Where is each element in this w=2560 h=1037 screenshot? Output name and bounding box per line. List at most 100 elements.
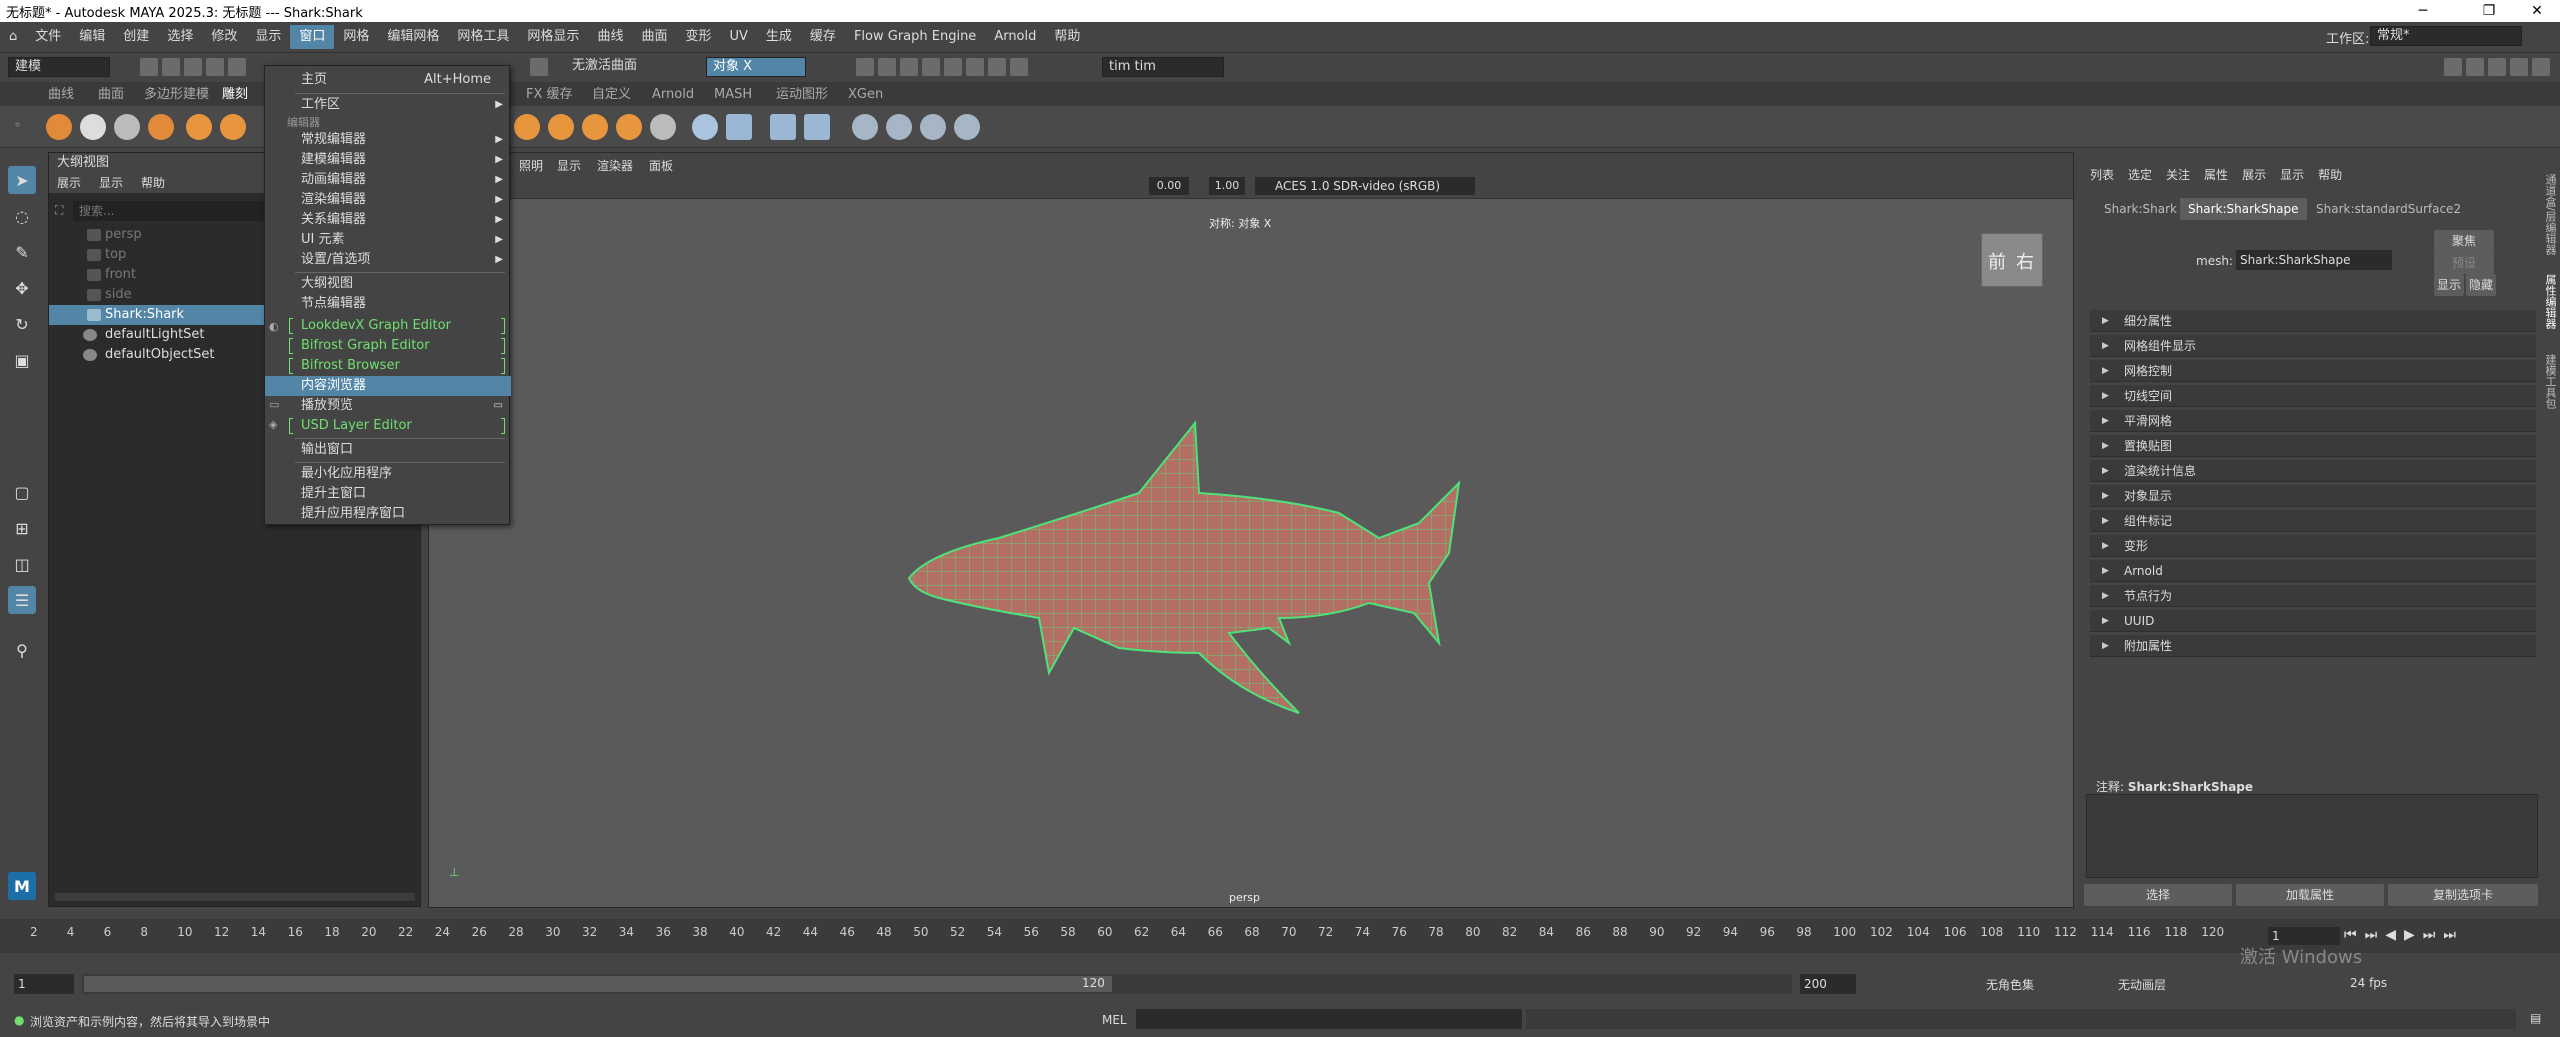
mesh-name-field[interactable]: Shark:SharkShape xyxy=(2236,250,2392,270)
shelf-tab-custom[interactable]: 自定义 xyxy=(592,86,631,104)
menu-edit[interactable]: 编辑 xyxy=(70,25,114,49)
side-tab-attribute-editor[interactable]: 属性编辑器 xyxy=(2542,274,2558,329)
wax-tool-icon[interactable] xyxy=(650,114,676,140)
section-mesh-controls[interactable]: 网格控制 xyxy=(2090,360,2536,382)
menu-mesh-display[interactable]: 网格显示 xyxy=(518,25,588,49)
section-node-behavior[interactable]: 节点行为 xyxy=(2090,585,2536,607)
erase-tool-icon[interactable] xyxy=(954,114,980,140)
wm-output-window[interactable]: 输出窗口 xyxy=(265,440,511,460)
menu-select[interactable]: 选择 xyxy=(158,25,202,49)
pinch-tool-icon[interactable] xyxy=(186,114,212,140)
undo-icon[interactable] xyxy=(206,58,224,76)
gamma-field[interactable]: 1.00 xyxy=(1209,177,1245,195)
search-icon[interactable]: ⚲ xyxy=(8,636,36,664)
wm-home[interactable]: 主页 Alt+Home xyxy=(265,70,511,90)
single-pane-icon[interactable]: ▢ xyxy=(8,478,36,506)
render-icon[interactable] xyxy=(856,58,874,76)
option-box-icon[interactable]: ▭ xyxy=(494,396,503,416)
attr-tab-shape[interactable]: Shark:SharkShape xyxy=(2180,198,2307,220)
foamy-tool-icon[interactable] xyxy=(514,114,540,140)
color-transform-dropdown[interactable]: ACES 1.0 SDR-video (sRGB) xyxy=(1255,177,1475,195)
start-frame-field[interactable]: 1 xyxy=(14,974,74,994)
section-object-display[interactable]: 对象显示 xyxy=(2090,485,2536,507)
outliner-menu-show[interactable]: 展示 xyxy=(57,173,81,193)
lasso-icon[interactable] xyxy=(530,58,548,76)
wm-playblast[interactable]: 播放预览 ▭ xyxy=(265,396,511,416)
workspace-dropdown[interactable]: 常规* xyxy=(2370,26,2522,46)
wm-settings[interactable]: 设置/首选项 ▶ xyxy=(265,250,511,270)
shelf-tab-arnold[interactable]: Arnold xyxy=(652,86,694,104)
menu-surfaces[interactable]: 曲面 xyxy=(632,25,676,49)
scale-tool-icon[interactable]: ▣ xyxy=(8,346,36,374)
menu-set-dropdown[interactable]: 建模 xyxy=(8,57,110,77)
grab-tool-icon[interactable] xyxy=(148,114,174,140)
live-surface-field[interactable]: 无激活曲面 xyxy=(566,57,672,77)
section-extra-attributes[interactable]: 附加属性 xyxy=(2090,635,2536,657)
shelf-tab-surfaces[interactable]: 曲面 xyxy=(98,86,124,104)
wm-raise-app-windows[interactable]: 提升应用程序窗口 xyxy=(265,504,511,524)
attr-menu-selected[interactable]: 选定 xyxy=(2128,166,2152,183)
section-deform[interactable]: 变形 xyxy=(2090,535,2536,557)
shelf-tab-xgen[interactable]: XGen xyxy=(848,86,883,104)
four-pane-icon[interactable]: ⊞ xyxy=(8,514,36,542)
end-frame-field[interactable]: 200 xyxy=(1800,974,1856,994)
mel-label[interactable]: MEL xyxy=(1102,1013,1127,1027)
menu-windows[interactable]: 窗口 xyxy=(290,25,335,49)
smooth-tool-icon[interactable] xyxy=(80,114,106,140)
outliner-menu-display[interactable]: 显示 xyxy=(99,173,123,193)
time-slider[interactable]: 2 4 6 8 10 12 14 16 18 20 22 24 26 28 30 32 34 36 38 40 42 44… xyxy=(0,919,2560,968)
lasso-tool-icon[interactable]: ◌ xyxy=(8,202,36,230)
render-settings-icon[interactable] xyxy=(922,58,940,76)
playback-controls[interactable]: ⏮⏭◀▶⏭⏭ xyxy=(2344,927,2464,943)
menu-file[interactable]: 文件 xyxy=(26,25,70,49)
wm-ui-elements[interactable]: UI 元素 ▶ xyxy=(265,230,511,250)
wm-rendering-editors[interactable]: 渲染编辑器 ▶ xyxy=(265,190,511,210)
attr-tab-material[interactable]: Shark:standardSurface2 xyxy=(2308,198,2469,220)
blend-shape-icon[interactable] xyxy=(804,114,830,140)
menu-mesh[interactable]: 网格 xyxy=(334,25,378,49)
symmetry-dropdown[interactable]: 对象 X xyxy=(706,57,806,77)
tool-settings-icon[interactable] xyxy=(2510,58,2528,76)
attr-menu-display[interactable]: 显示 xyxy=(2280,166,2304,183)
pause-icon[interactable] xyxy=(1010,58,1028,76)
outliner-filter-icon[interactable]: ⛶ xyxy=(55,203,63,218)
section-component-tags[interactable]: 组件标记 xyxy=(2090,510,2536,532)
shelf-tab-poly[interactable]: 多边形建模 xyxy=(144,86,209,104)
render-seq-icon[interactable] xyxy=(878,58,896,76)
flatten-tool-icon[interactable] xyxy=(220,114,246,140)
freeze-tool-icon[interactable] xyxy=(692,114,718,140)
relax-tool-icon[interactable] xyxy=(114,114,140,140)
redo-icon[interactable] xyxy=(228,58,246,76)
attr-menu-attributes[interactable]: 属性 xyxy=(2204,166,2228,183)
vp-menu-renderer[interactable]: 渲染器 xyxy=(597,157,633,174)
close-button[interactable]: ✕ xyxy=(2514,0,2560,22)
modeling-toolkit-icon[interactable] xyxy=(2466,58,2484,76)
fps-dropdown[interactable]: 24 fps xyxy=(2350,976,2387,990)
hide-button[interactable]: 隐藏 xyxy=(2466,274,2496,296)
menu-generate[interactable]: 生成 xyxy=(757,25,801,49)
repeat-tool-icon[interactable] xyxy=(582,114,608,140)
shelf-options-icon[interactable]: ◦ xyxy=(14,118,21,132)
new-scene-icon[interactable] xyxy=(140,58,158,76)
section-subdivision[interactable]: 细分属性 xyxy=(2090,310,2536,332)
presets-button[interactable]: 预设 xyxy=(2434,252,2494,274)
notes-textarea[interactable] xyxy=(2086,794,2538,878)
outliner-scrollbar[interactable] xyxy=(55,893,415,901)
view-cube[interactable]: 前 右 xyxy=(1981,233,2043,287)
panel-layout-icon[interactable] xyxy=(2444,58,2462,76)
show-button[interactable]: 显示 xyxy=(2434,274,2464,296)
range-handle[interactable] xyxy=(84,976,1112,992)
vp-menu-show[interactable]: 显示 xyxy=(557,157,581,174)
attr-menu-focus[interactable]: 关注 xyxy=(2166,166,2190,183)
section-smooth-mesh[interactable]: 平滑网格 xyxy=(2090,410,2536,432)
ipr-icon[interactable] xyxy=(900,58,918,76)
target-tool-icon[interactable] xyxy=(886,114,912,140)
menu-create[interactable]: 创建 xyxy=(114,25,158,49)
view-cube-front[interactable]: 前 xyxy=(1988,248,2006,274)
wm-bifrost-graph[interactable]: Bifrost Graph Editor xyxy=(265,336,511,356)
shelf-tab-motion-graphics[interactable]: 运动图形 xyxy=(776,86,828,104)
menu-uv[interactable]: UV xyxy=(720,25,756,49)
wm-content-browser[interactable]: 内容浏览器 xyxy=(265,376,511,396)
rotate-tool-icon[interactable]: ↻ xyxy=(8,310,36,338)
wm-lookdevx[interactable]: LookdevX Graph Editor xyxy=(265,316,511,336)
